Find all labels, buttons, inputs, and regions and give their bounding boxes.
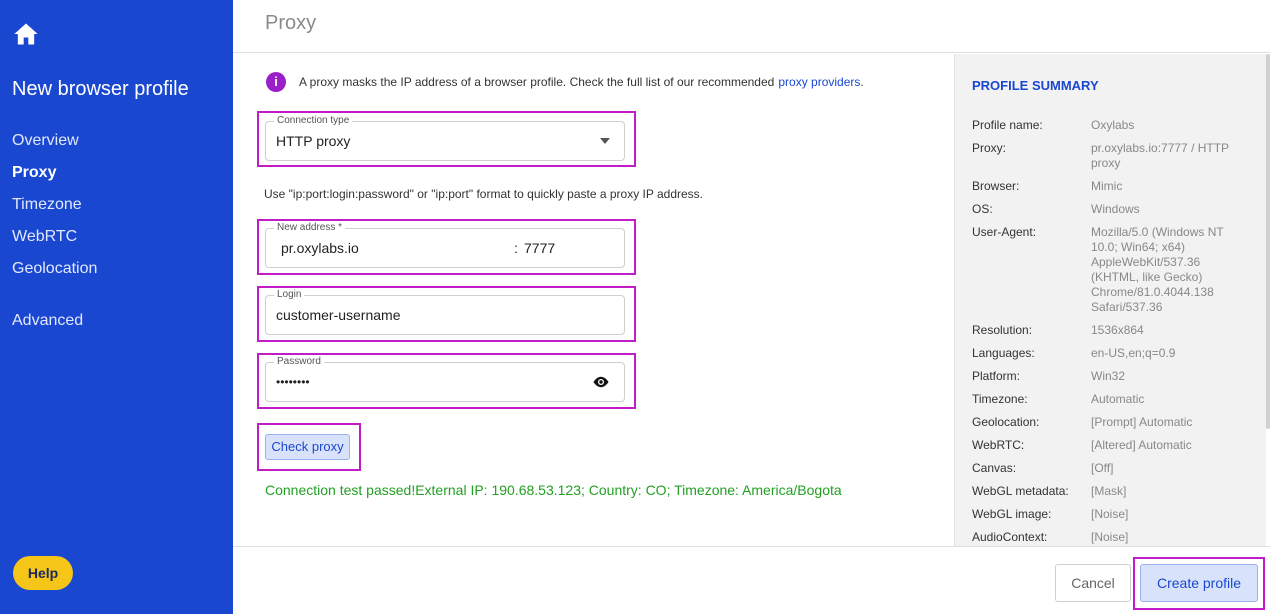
- summary-row: Canvas: [Off]: [972, 461, 1252, 476]
- paste-format-hint: Use "ip:port:login:password" or "ip:port…: [264, 187, 704, 201]
- sidebar-item-advanced[interactable]: Advanced: [12, 310, 97, 342]
- sidebar-item-geolocation[interactable]: Geolocation: [12, 258, 97, 290]
- summary-value: Oxylabs: [1091, 118, 1135, 132]
- sidebar-nav: Overview Proxy Timezone WebRTC Geolocati…: [12, 130, 97, 342]
- summary-row: Geolocation: [Prompt] Automatic: [972, 415, 1252, 430]
- summary-value: en-US,en;q=0.9: [1091, 346, 1176, 360]
- summary-key: Platform:: [972, 369, 1021, 383]
- summary-key: AudioContext:: [972, 530, 1048, 544]
- proxy-form: i A proxy masks the IP address of a brow…: [233, 54, 954, 546]
- create-profile-button[interactable]: Create profile: [1140, 564, 1258, 602]
- summary-key: Timezone:: [972, 392, 1028, 406]
- password-label: Password: [274, 356, 324, 368]
- summary-value: [Noise]: [1091, 530, 1129, 544]
- summary-key: WebGL metadata:: [972, 484, 1069, 498]
- proxy-providers-link[interactable]: proxy providers: [778, 75, 860, 89]
- summary-key: Profile name:: [972, 118, 1043, 132]
- summary-value: [Mask]: [1091, 484, 1127, 498]
- summary-value: [Prompt] Automatic: [1091, 415, 1193, 429]
- summary-value: Mimic: [1091, 179, 1123, 193]
- summary-row: WebGL metadata: [Mask]: [972, 484, 1252, 499]
- summary-row: Browser: Mimic: [972, 179, 1252, 194]
- summary-value: Win32: [1091, 369, 1126, 383]
- info-icon: i: [266, 72, 286, 92]
- summary-key: WebRTC:: [972, 438, 1025, 452]
- chevron-down-icon[interactable]: [600, 138, 610, 144]
- profile-summary-list: Profile name: Oxylabs Proxy: pr.oxylabs.io…: [972, 118, 1252, 546]
- port-separator: :: [514, 240, 518, 256]
- summary-row: Timezone: Automatic: [972, 392, 1252, 407]
- connection-test-result: Connection test passed!External IP: 190.…: [265, 482, 842, 498]
- footer-actions: Cancel Create profile: [233, 546, 1270, 614]
- profile-summary-title: PROFILE SUMMARY: [972, 78, 1099, 93]
- summary-key: User-Agent:: [972, 225, 1037, 239]
- summary-key: Proxy:: [972, 141, 1007, 155]
- summary-value: Mozilla/5.0 (Windows NT 10.0; Win64; x64…: [1091, 225, 1224, 314]
- sidebar-title: New browser profile: [12, 78, 189, 100]
- address-host-input[interactable]: pr.oxylabs.io: [281, 240, 359, 256]
- summary-value: Automatic: [1091, 392, 1145, 406]
- summary-row: Profile name: Oxylabs: [972, 118, 1252, 133]
- summary-row: Platform: Win32: [972, 369, 1252, 384]
- summary-value: 1536x864: [1091, 323, 1144, 337]
- check-proxy-button[interactable]: Check proxy: [265, 434, 350, 460]
- summary-value: [Altered] Automatic: [1091, 438, 1192, 452]
- sidebar: New browser profile Overview Proxy Timez…: [0, 0, 233, 614]
- summary-value: [Off]: [1091, 461, 1114, 475]
- summary-row: User-Agent: Mozilla/5.0 (Windows NT 10.0;…: [972, 225, 1252, 315]
- address-port-input[interactable]: 7777: [524, 240, 555, 256]
- info-banner: i A proxy masks the IP address of a brow…: [266, 72, 864, 92]
- connection-type-value: HTTP proxy: [276, 133, 351, 149]
- sidebar-item-timezone[interactable]: Timezone: [12, 194, 97, 226]
- home-icon[interactable]: [12, 20, 40, 48]
- summary-row: Proxy: pr.oxylabs.io:7777 / HTTP proxy: [972, 141, 1252, 171]
- login-label: Login: [274, 289, 305, 301]
- login-input[interactable]: customer-username: [276, 307, 401, 323]
- summary-key: Geolocation:: [972, 415, 1040, 429]
- summary-key: Resolution:: [972, 323, 1033, 337]
- summary-row: OS: Windows: [972, 202, 1252, 217]
- summary-value: pr.oxylabs.io:7777 / HTTP proxy: [1091, 141, 1229, 170]
- info-suffix: .: [860, 75, 864, 89]
- sidebar-item-overview[interactable]: Overview: [12, 130, 97, 162]
- cancel-button[interactable]: Cancel: [1055, 564, 1131, 602]
- summary-value: Windows: [1091, 202, 1140, 216]
- summary-key: Languages:: [972, 346, 1035, 360]
- summary-key: Browser:: [972, 179, 1020, 193]
- summary-row: AudioContext: [Noise]: [972, 530, 1252, 545]
- summary-value: [Noise]: [1091, 507, 1129, 521]
- summary-key: OS:: [972, 202, 993, 216]
- summary-key: Canvas:: [972, 461, 1017, 475]
- summary-row: Resolution: 1536x864: [972, 323, 1252, 338]
- page-title: Proxy: [265, 12, 317, 34]
- info-text: A proxy masks the IP address of a browse…: [299, 75, 775, 89]
- password-input[interactable]: ••••••••: [276, 375, 310, 389]
- eye-icon[interactable]: [592, 373, 610, 391]
- summary-row: Languages: en-US,en;q=0.9: [972, 346, 1252, 361]
- sidebar-item-proxy[interactable]: Proxy: [12, 162, 97, 194]
- connection-type-label: Connection type: [274, 115, 353, 127]
- page-header: Proxy: [233, 0, 1270, 53]
- sidebar-item-webrtc[interactable]: WebRTC: [12, 226, 97, 258]
- login-field[interactable]: Login customer-username: [265, 289, 625, 335]
- summary-row: WebGL image: [Noise]: [972, 507, 1252, 522]
- connection-type-select[interactable]: Connection type HTTP proxy: [265, 115, 625, 161]
- summary-scrollbar[interactable]: [1266, 54, 1270, 429]
- summary-key: WebGL image:: [972, 507, 1052, 521]
- password-field[interactable]: Password ••••••••: [265, 356, 625, 402]
- summary-row: WebRTC: [Altered] Automatic: [972, 438, 1252, 453]
- help-button[interactable]: Help: [13, 556, 73, 590]
- address-label: New address *: [274, 222, 346, 234]
- address-field[interactable]: New address * pr.oxylabs.io : 7777: [265, 222, 625, 268]
- profile-summary-panel: PROFILE SUMMARY Profile name: Oxylabs Pro…: [954, 54, 1266, 546]
